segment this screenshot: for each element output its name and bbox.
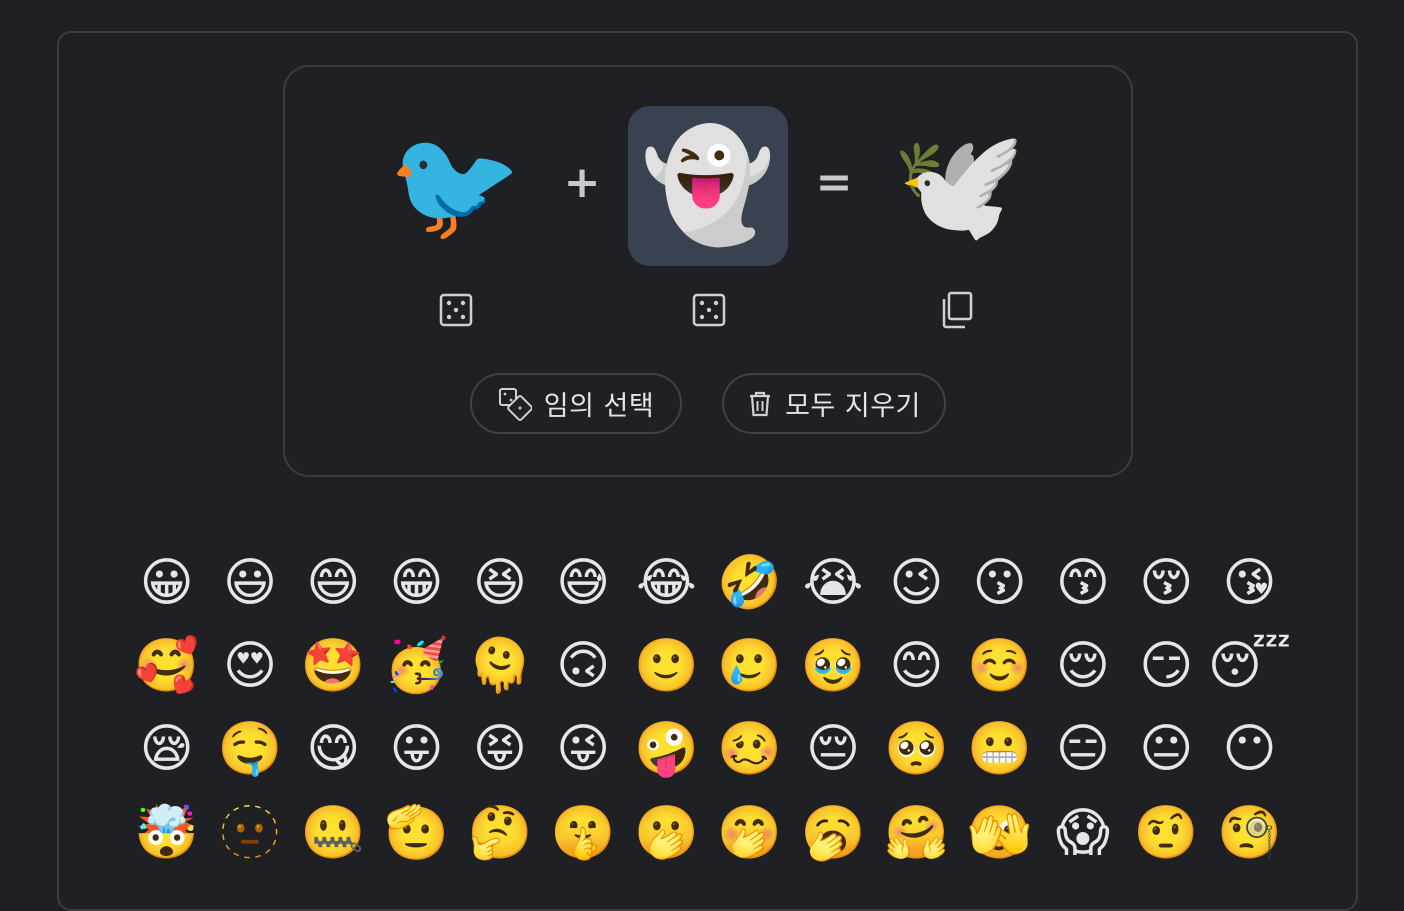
emoji-grid-item[interactable]: 🥱 <box>791 791 874 874</box>
emoji-grid-item[interactable]: 😝 <box>458 708 541 791</box>
emoji-grid: 😀 😃 😄 😁 😆 😅 😂 🤣 😭 😉 😗 😙 😚 😘 🥰 😍 🤩 🥳 🫠 🙃 🙂 🥲 🥹 😊 ☺️ 😌 😏 😴 😪 🤤 😋 😛 😝 😜 🤪 🥴 😔 🥺 😬… <box>125 541 1291 874</box>
emoji-grid-item[interactable]: 🫥 <box>208 791 291 874</box>
random-select-button[interactable]: 임의 선택 <box>470 373 682 434</box>
trash-icon <box>750 391 771 416</box>
emoji-grid-item[interactable]: 😆 <box>458 541 541 624</box>
emoji-grid-item[interactable]: 🤭 <box>708 791 791 874</box>
emoji-grid-item[interactable]: 🤯 <box>125 791 208 874</box>
result-emoji: 🕊️ <box>891 123 1027 248</box>
emoji-grid-item[interactable]: 😗 <box>958 541 1041 624</box>
emoji-grid-item[interactable]: 😀 <box>125 541 208 624</box>
emoji-grid-item[interactable]: 😱 <box>1041 791 1124 874</box>
emoji-grid-item[interactable]: 😌 <box>1041 624 1124 707</box>
emoji-grid-item[interactable]: 🤫 <box>541 791 624 874</box>
emoji-grid-item[interactable]: 😘 <box>1208 541 1291 624</box>
emoji-grid-item[interactable]: 😃 <box>208 541 291 624</box>
emoji-grid-item[interactable]: 🥲 <box>708 624 791 707</box>
emoji-grid-item[interactable]: 😶 <box>1208 708 1291 791</box>
emoji-grid-item[interactable]: 🧐 <box>1208 791 1291 874</box>
emoji-grid-item[interactable]: 🙃 <box>541 624 624 707</box>
clear-all-button[interactable]: 모두 지우기 <box>722 373 946 434</box>
emoji-grid-item[interactable]: 😜 <box>541 708 624 791</box>
emoji-grid-item[interactable]: 🙂 <box>625 624 708 707</box>
emoji-grid-item[interactable]: 🥴 <box>708 708 791 791</box>
emoji-grid-item[interactable]: 😬 <box>958 708 1041 791</box>
right-emoji-slot[interactable]: 👻 <box>628 106 788 266</box>
emoji-grid-item[interactable]: 😔 <box>791 708 874 791</box>
right-emoji: 👻 <box>640 123 776 248</box>
emoji-grid-item[interactable]: 😍 <box>208 624 291 707</box>
clear-all-label: 모두 지우기 <box>785 391 921 422</box>
emoji-grid-item[interactable]: 😭 <box>791 541 874 624</box>
emoji-grid-item[interactable]: 😴 <box>1208 624 1291 707</box>
emoji-grid-item[interactable]: 😉 <box>875 541 958 624</box>
emoji-grid-item[interactable]: 😄 <box>292 541 375 624</box>
emoji-grid-item[interactable]: 😏 <box>1125 624 1208 707</box>
left-emoji: 🐦 <box>387 123 523 248</box>
random-select-label: 임의 선택 <box>543 391 655 422</box>
emoji-grid-item[interactable]: 😅 <box>541 541 624 624</box>
emoji-grid-item[interactable]: 🥰 <box>125 624 208 707</box>
emoji-grid-item[interactable]: 😐 <box>1125 708 1208 791</box>
copy-icon <box>942 291 973 329</box>
emoji-grid-item[interactable]: 🥺 <box>875 708 958 791</box>
dice-icon <box>692 293 726 327</box>
equals-operator: = <box>815 156 853 208</box>
emoji-grid-item[interactable]: 🤪 <box>625 708 708 791</box>
emoji-grid-item[interactable]: 🤤 <box>208 708 291 791</box>
emoji-grid-item[interactable]: 🫡 <box>375 791 458 874</box>
emoji-grid-item[interactable]: 🤩 <box>292 624 375 707</box>
randomize-left-button[interactable] <box>436 290 476 330</box>
result-emoji-slot: 🕊️ <box>879 106 1039 266</box>
dice-icon <box>439 293 473 327</box>
emoji-grid-item[interactable]: 🤣 <box>708 541 791 624</box>
emoji-grid-item[interactable]: ☺️ <box>958 624 1041 707</box>
emoji-grid-item[interactable]: 🫢 <box>625 791 708 874</box>
copy-result-button[interactable] <box>937 290 977 330</box>
emoji-grid-item[interactable]: 🤨 <box>1125 791 1208 874</box>
emoji-grid-item[interactable]: 😊 <box>875 624 958 707</box>
emoji-grid-item[interactable]: 😚 <box>1125 541 1208 624</box>
emoji-grid-item[interactable]: 🤗 <box>875 791 958 874</box>
randomize-right-button[interactable] <box>689 290 729 330</box>
emoji-grid-item[interactable]: 😑 <box>1041 708 1124 791</box>
emoji-grid-item[interactable]: 😂 <box>625 541 708 624</box>
plus-operator: + <box>563 156 601 208</box>
emoji-grid-item[interactable]: 🫠 <box>458 624 541 707</box>
emoji-grid-item[interactable]: 🥳 <box>375 624 458 707</box>
emoji-grid-item[interactable]: 😛 <box>375 708 458 791</box>
emoji-grid-item[interactable]: 🥹 <box>791 624 874 707</box>
emoji-grid-item[interactable]: 😪 <box>125 708 208 791</box>
emoji-grid-item[interactable]: 🤐 <box>292 791 375 874</box>
emoji-grid-item[interactable]: 😁 <box>375 541 458 624</box>
emoji-grid-item[interactable]: 🫣 <box>958 791 1041 874</box>
dice-pair-icon <box>498 387 532 421</box>
left-emoji-slot[interactable]: 🐦 <box>375 106 535 266</box>
emoji-grid-item[interactable]: 😋 <box>292 708 375 791</box>
emoji-grid-item[interactable]: 🤔 <box>458 791 541 874</box>
emoji-grid-item[interactable]: 😙 <box>1041 541 1124 624</box>
